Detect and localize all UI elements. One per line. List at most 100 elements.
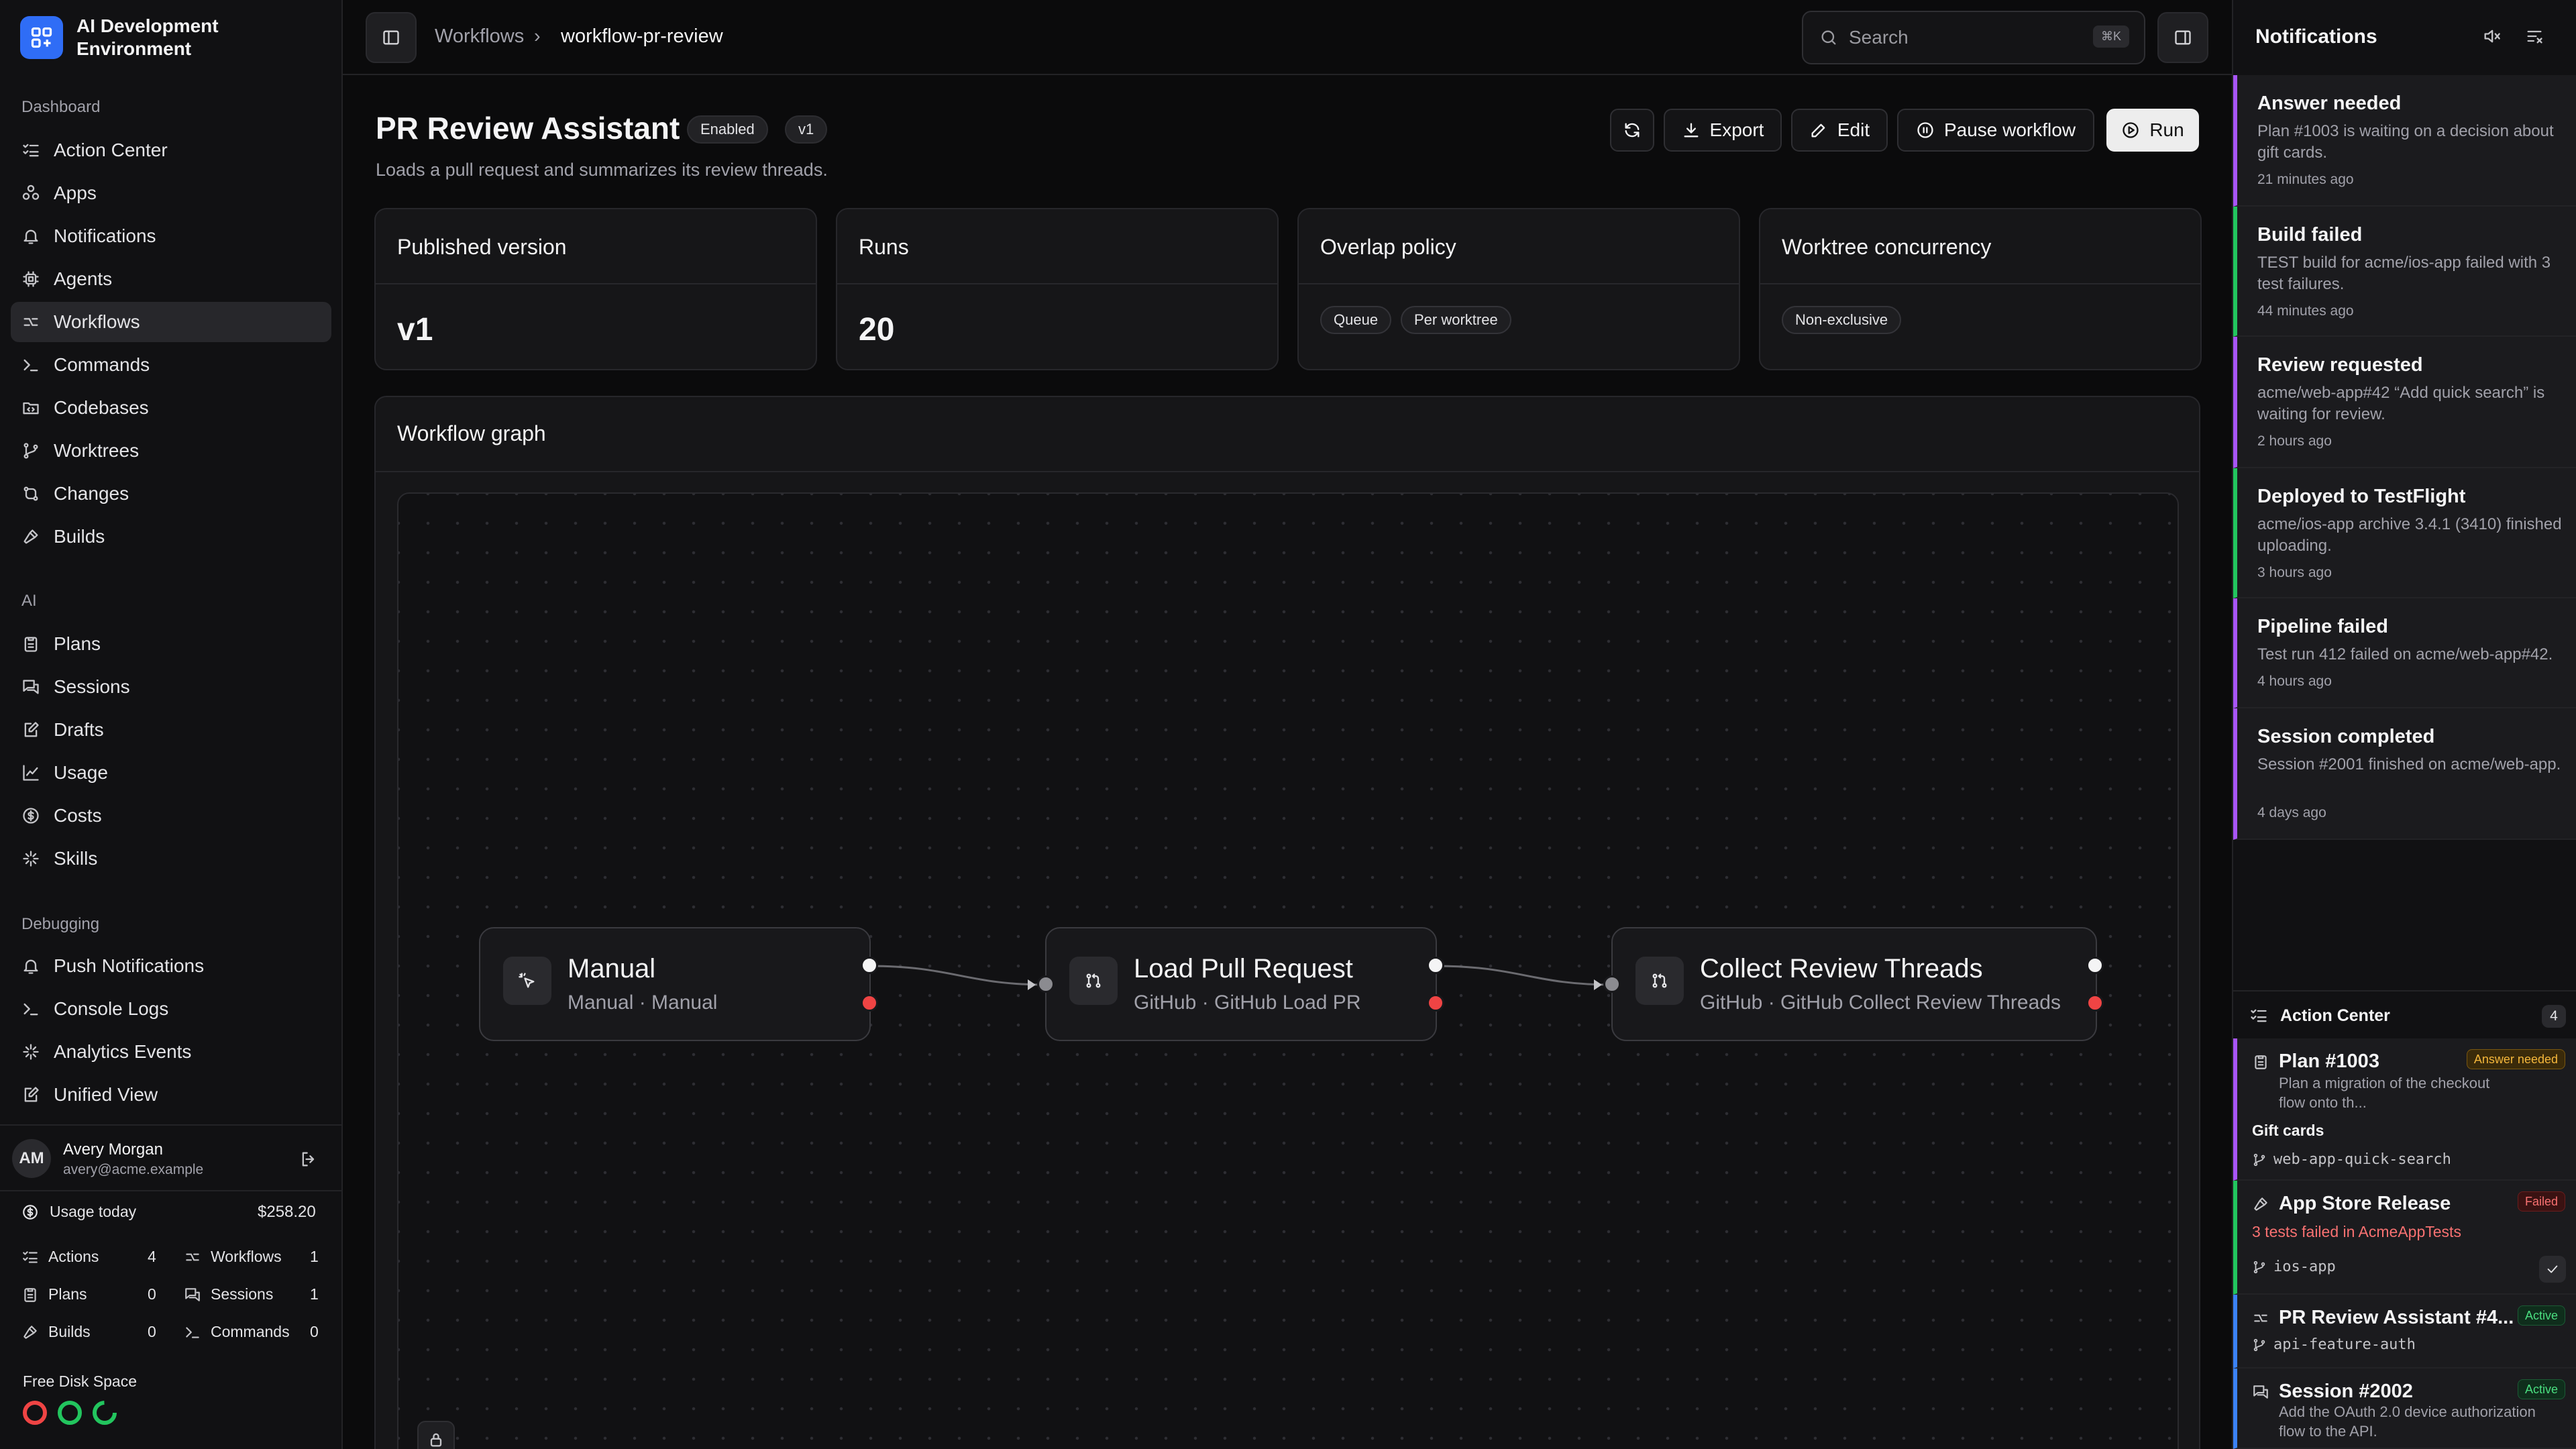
sidebar-item-push-notifications[interactable]: Push Notifications xyxy=(11,946,331,986)
lock-canvas-button[interactable] xyxy=(417,1421,455,1449)
graph-node-manual[interactable]: Manual Manual · Manual xyxy=(479,927,871,1041)
graph-node-collect-review-threads[interactable]: Collect Review Threads GitHub · GitHub C… xyxy=(1611,927,2097,1041)
run-button[interactable]: Run xyxy=(2106,109,2199,152)
stat-value: 0 xyxy=(148,1285,156,1303)
export-button[interactable]: Export xyxy=(1664,109,1782,152)
disk-space-label: Free Disk Space xyxy=(23,1373,138,1390)
sidebar-item-plans[interactable]: Plans xyxy=(11,624,331,664)
action-item-title: PR Review Assistant #4... xyxy=(2279,1307,2514,1328)
sidebar-item-console-logs[interactable]: Console Logs xyxy=(11,989,331,1029)
branch-label: ios-app xyxy=(2252,1258,2336,1275)
branch-name: web-app-quick-search xyxy=(2273,1151,2451,1168)
sidebar-item-analytics-events[interactable]: Analytics Events xyxy=(11,1032,331,1072)
node-failure-port[interactable] xyxy=(2086,994,2104,1012)
action-center-header[interactable]: Action Center 4 xyxy=(2233,990,2576,1038)
sidebar-item-label: Apps xyxy=(54,182,97,203)
sparkle-icon xyxy=(21,849,40,868)
app-logo-icon xyxy=(20,16,63,59)
card-title: Overlap policy xyxy=(1320,235,1456,259)
sidebar-item-label: Builds xyxy=(54,526,105,547)
stat-label: Commands xyxy=(211,1323,290,1340)
action-item-session[interactable]: Session #2002 Active Add the OAuth 2.0 d… xyxy=(2233,1368,2576,1449)
sidebar-item-notifications[interactable]: Notifications xyxy=(11,216,331,256)
acknowledge-button[interactable] xyxy=(2539,1256,2566,1283)
sidebar-item-sessions[interactable]: Sessions xyxy=(11,667,331,707)
sidebar-item-worktrees[interactable]: Worktrees xyxy=(11,431,331,471)
notification-body: TEST build for acme/ios-app failed with … xyxy=(2257,254,2551,293)
sidebar-item-costs[interactable]: Costs xyxy=(11,796,331,836)
stat-value: 4 xyxy=(148,1248,156,1265)
toggle-sidebar-button[interactable] xyxy=(366,12,417,63)
edit-button[interactable]: Edit xyxy=(1791,109,1888,152)
notification-item[interactable]: Deployed to TestFlight acme/ios-app arch… xyxy=(2233,468,2576,598)
breadcrumb-workflows[interactable]: Workflows xyxy=(435,25,524,48)
sidebar-item-action-center[interactable]: Action Center xyxy=(11,130,331,170)
notification-body: Test run 412 failed on acme/web-app#42. xyxy=(2257,645,2553,663)
node-success-port[interactable] xyxy=(861,957,878,974)
sidebar-item-label: Drafts xyxy=(54,719,104,740)
git-branch-icon xyxy=(2252,1152,2267,1167)
sidebar-item-agents[interactable]: Agents xyxy=(11,259,331,299)
graph-node-load-pull-request[interactable]: Load Pull Request GitHub · GitHub Load P… xyxy=(1045,927,1437,1041)
hammer-icon xyxy=(21,1324,39,1341)
notification-title: Pipeline failed xyxy=(2257,616,2388,637)
clear-all-icon[interactable] xyxy=(2525,27,2544,46)
node-failure-port[interactable] xyxy=(1427,994,1444,1012)
notification-item[interactable]: Session completed Session #2001 finished… xyxy=(2233,708,2576,840)
mute-icon[interactable] xyxy=(2482,27,2501,46)
sidebar-item-label: Commands xyxy=(54,354,150,375)
sidebar-icon xyxy=(382,28,400,47)
notification-item[interactable]: Review requested acme/web-app#42 “Add qu… xyxy=(2233,337,2576,468)
draft-icon xyxy=(21,720,40,739)
sidebar-item-label: Usage xyxy=(54,762,108,783)
toggle-notifications-panel-button[interactable] xyxy=(2157,12,2208,63)
action-item-app-store-release[interactable]: App Store Release Failed 3 tests failed … xyxy=(2233,1181,2576,1295)
notification-item[interactable]: Build failed TEST build for acme/ios-app… xyxy=(2233,207,2576,337)
sidebar-item-apps[interactable]: Apps xyxy=(11,173,331,213)
user-account: AM Avery Morgan avery@acme.example xyxy=(0,1124,341,1191)
action-item-subtitle: 3 tests failed in AcmeAppTests xyxy=(2252,1223,2461,1240)
sidebar-item-changes[interactable]: Changes xyxy=(11,474,331,514)
stat-builds: Builds xyxy=(21,1323,91,1341)
node-failure-port[interactable] xyxy=(861,994,878,1012)
logout-icon[interactable] xyxy=(299,1150,318,1169)
action-item-plan[interactable]: Plan #1003 Answer needed Plan a migratio… xyxy=(2233,1038,2576,1181)
sidebar-item-commands[interactable]: Commands xyxy=(11,345,331,385)
node-input-port[interactable] xyxy=(1603,975,1621,993)
sidebar-item-skills[interactable]: Skills xyxy=(11,839,331,879)
brand[interactable]: AI Development Environment xyxy=(20,15,278,60)
sidebar-item-label: Sessions xyxy=(54,676,130,697)
avatar[interactable]: AM xyxy=(12,1139,51,1178)
node-subtitle: GitHub · GitHub Collect Review Threads xyxy=(1700,991,2061,1014)
sidebar-item-codebases[interactable]: Codebases xyxy=(11,388,331,428)
notification-item[interactable]: Answer needed Plan #1003 is waiting on a… xyxy=(2233,75,2576,207)
notification-item[interactable]: Pipeline failed Test run 412 failed on a… xyxy=(2233,598,2576,708)
node-input-port[interactable] xyxy=(1037,975,1055,993)
dollar-icon xyxy=(21,1203,39,1221)
branch-label: api-feature-auth xyxy=(2252,1336,2416,1353)
sidebar-item-usage[interactable]: Usage xyxy=(11,753,331,793)
card-value: 20 xyxy=(859,312,895,347)
terminal-icon xyxy=(21,1000,40,1018)
page-description: Loads a pull request and summarizes its … xyxy=(376,160,828,180)
search-shortcut: ⌘K xyxy=(2092,25,2129,48)
node-title: Manual xyxy=(568,954,656,983)
node-success-port[interactable] xyxy=(1427,957,1444,974)
sidebar-item-workflows[interactable]: Workflows xyxy=(11,302,331,342)
hammer-icon xyxy=(2252,1195,2269,1213)
pause-workflow-button[interactable]: Pause workflow xyxy=(1897,109,2094,152)
refresh-button[interactable] xyxy=(1610,109,1654,152)
sidebar-item-builds[interactable]: Builds xyxy=(11,517,331,557)
git-pull-request-icon xyxy=(1069,957,1118,1005)
card-value: v1 xyxy=(397,312,433,347)
search-input[interactable]: Search ⌘K xyxy=(1802,11,2145,64)
sidebar-item-drafts[interactable]: Drafts xyxy=(11,710,331,750)
bell-icon xyxy=(21,957,40,975)
node-success-port[interactable] xyxy=(2086,957,2104,974)
version-badge: v1 xyxy=(785,115,828,144)
sidebar-item-unified-view[interactable]: Unified View xyxy=(11,1075,331,1115)
clipboard-icon xyxy=(21,1286,39,1303)
action-item-pr-review-run[interactable]: PR Review Assistant #4... Active api-fea… xyxy=(2233,1295,2576,1368)
export-label: Export xyxy=(1709,119,1764,140)
chat-icon xyxy=(2252,1383,2269,1401)
